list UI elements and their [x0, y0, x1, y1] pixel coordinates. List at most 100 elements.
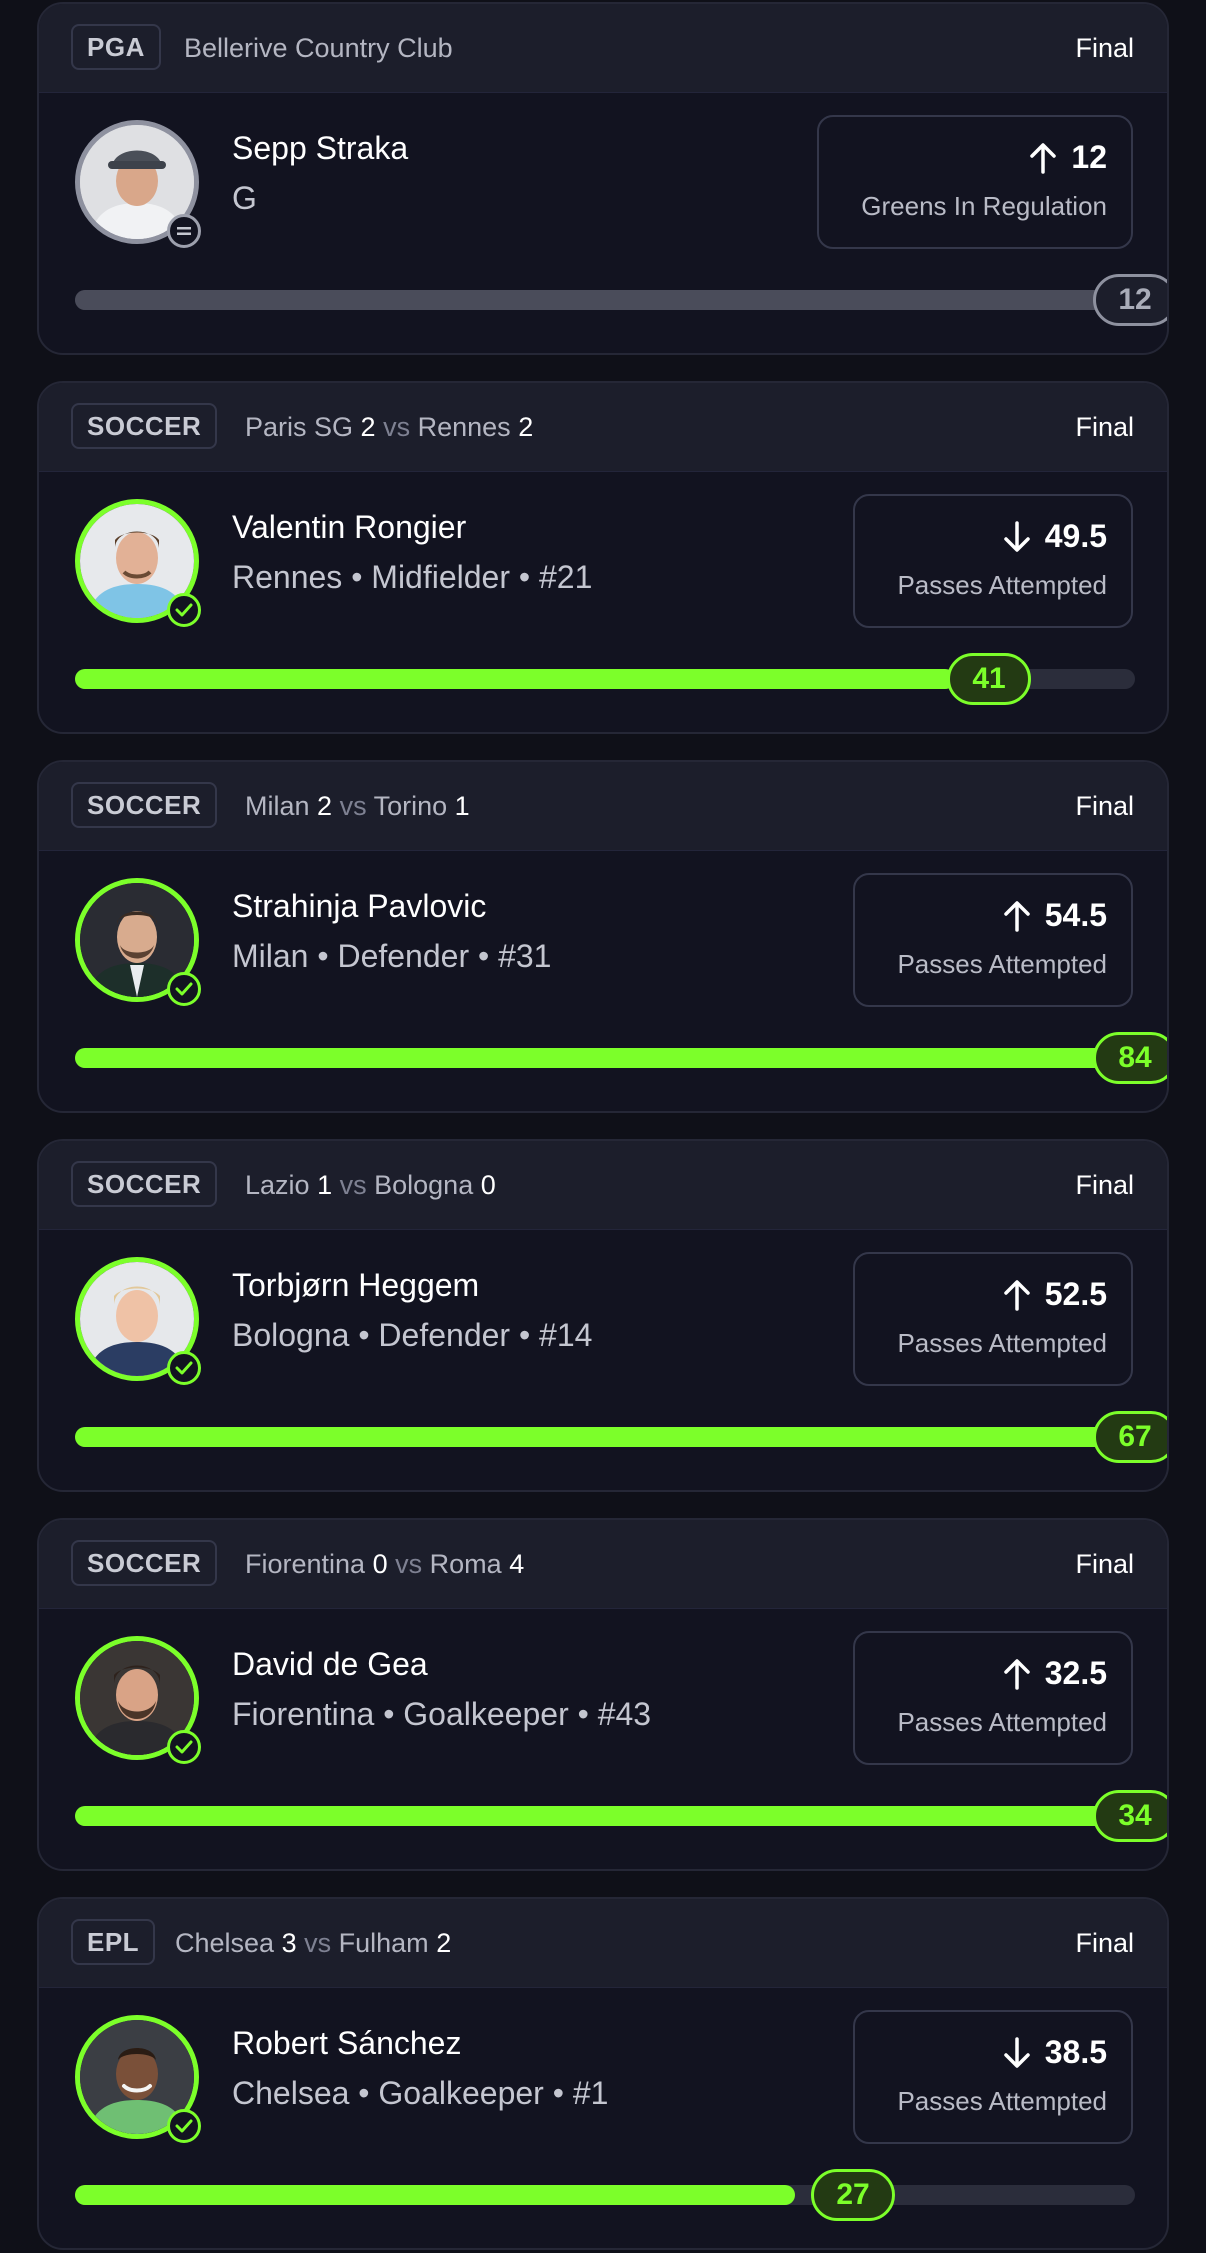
player-avatar: [75, 2015, 201, 2143]
player-meta: Milan • Defender • #31: [232, 938, 552, 974]
result-value-pill: 34: [1093, 1790, 1167, 1842]
away-score: 0: [480, 1170, 496, 1200]
check-icon: [167, 593, 201, 627]
progress-bar: 84: [75, 1032, 1167, 1084]
card-header: PGA Bellerive Country Club Final: [39, 4, 1167, 93]
pick-card[interactable]: SOCCER Lazio 1 vs Bologna 0 Final Torbjø…: [37, 1139, 1169, 1492]
pick-card[interactable]: SOCCER Fiorentina 0 vs Roma 4 Final Davi…: [37, 1518, 1169, 1871]
prop-stat-name: Passes Attempted: [897, 1328, 1107, 1358]
home-team: Chelsea: [175, 1928, 275, 1958]
arrow-down-icon: [1003, 2036, 1030, 2068]
prop-line-value: 12: [1071, 139, 1107, 175]
progress-fill: [75, 290, 1135, 310]
home-team: Lazio: [245, 1170, 310, 1200]
away-team: Roma: [429, 1549, 502, 1579]
away-team: Bologna: [374, 1170, 474, 1200]
result-value-pill: 27: [811, 2169, 895, 2221]
result-value-pill: 67: [1093, 1411, 1167, 1463]
prop-stat-name: Greens In Regulation: [861, 191, 1107, 221]
player-meta: Fiorentina • Goalkeeper • #43: [232, 1696, 652, 1732]
card-header: SOCCER Milan 2 vs Torino 1 Final: [39, 762, 1167, 851]
progress-bar: 12: [75, 274, 1167, 326]
home-team: Paris SG: [245, 412, 354, 442]
prop-stat-name: Passes Attempted: [897, 1707, 1107, 1737]
pick-card[interactable]: PGA Bellerive Country Club Final Sepp St…: [37, 2, 1169, 355]
away-team: Torino: [373, 791, 448, 821]
away-score: 4: [509, 1549, 525, 1579]
pick-card[interactable]: EPL Chelsea 3 vs Fulham 2 Final Robert S…: [37, 1897, 1169, 2250]
match-info: Chelsea 3 vs Fulham 2: [175, 1899, 451, 1987]
vs-label: vs: [383, 412, 411, 442]
progress-fill: [75, 1427, 1135, 1447]
progress-fill: [75, 1806, 1135, 1826]
progress-bar: 34: [75, 1790, 1167, 1842]
home-score: 3: [281, 1928, 297, 1958]
vs-label: vs: [339, 791, 367, 821]
progress-fill: [75, 2185, 795, 2205]
result-value-pill: 12: [1093, 274, 1167, 326]
game-status: Final: [1075, 1928, 1134, 1958]
pick-card[interactable]: SOCCER Milan 2 vs Torino 1 Final Strahin…: [37, 760, 1169, 1113]
progress-fill: [75, 669, 955, 689]
player-avatar: [75, 1636, 201, 1764]
card-header: SOCCER Lazio 1 vs Bologna 0 Final: [39, 1141, 1167, 1230]
player-avatar: [75, 499, 201, 627]
player-name: Valentin Rongier: [232, 509, 467, 545]
prop-line-value: 52.5: [1044, 1276, 1107, 1312]
progress-bar: 67: [75, 1411, 1167, 1463]
player-name: Robert Sánchez: [232, 2025, 462, 2061]
player-meta: G: [232, 180, 257, 216]
card-header: EPL Chelsea 3 vs Fulham 2 Final: [39, 1899, 1167, 1988]
equals-icon: [167, 214, 201, 248]
away-team: Fulham: [338, 1928, 429, 1958]
prop-line-box: 54.5 Passes Attempted: [853, 873, 1133, 1007]
prop-line-value: 38.5: [1044, 2034, 1107, 2070]
player-name: Sepp Straka: [232, 130, 409, 166]
venue-name: Bellerive Country Club: [184, 33, 453, 63]
away-score: 1: [454, 791, 470, 821]
prop-line-box: 49.5 Passes Attempted: [853, 494, 1133, 628]
check-icon: [167, 1351, 201, 1385]
home-team: Fiorentina: [245, 1549, 366, 1579]
prop-line-value: 54.5: [1044, 897, 1107, 933]
prop-line-box: 52.5 Passes Attempted: [853, 1252, 1133, 1386]
card-header: SOCCER Paris SG 2 vs Rennes 2 Final: [39, 383, 1167, 472]
pick-card[interactable]: SOCCER Paris SG 2 vs Rennes 2 Final Vale…: [37, 381, 1169, 734]
league-badge: SOCCER: [71, 403, 218, 449]
home-team: Milan: [245, 791, 310, 821]
prop-line-box: 38.5 Passes Attempted: [853, 2010, 1133, 2144]
game-status: Final: [1075, 33, 1134, 63]
check-icon: [167, 2109, 201, 2143]
player-avatar: [75, 878, 201, 1006]
prop-line-box: 32.5 Passes Attempted: [853, 1631, 1133, 1765]
league-badge: SOCCER: [71, 782, 218, 828]
game-status: Final: [1075, 1549, 1134, 1579]
progress-bar: 41: [75, 653, 1135, 705]
player-name: Torbjørn Heggem: [232, 1267, 480, 1303]
arrow-up-icon: [1030, 142, 1057, 174]
league-badge: PGA: [71, 24, 161, 70]
home-score: 2: [360, 412, 376, 442]
vs-label: vs: [339, 1170, 367, 1200]
result-value-pill: 41: [947, 653, 1031, 705]
arrow-down-icon: [1003, 520, 1030, 552]
player-meta: Chelsea • Goalkeeper • #1: [232, 2075, 609, 2111]
vs-label: vs: [395, 1549, 423, 1579]
prop-line-box: 12 Greens In Regulation: [817, 115, 1133, 249]
league-badge: SOCCER: [71, 1540, 218, 1586]
player-meta: Bologna • Defender • #14: [232, 1317, 593, 1353]
home-score: 2: [317, 791, 333, 821]
prop-stat-name: Passes Attempted: [897, 2086, 1107, 2116]
check-icon: [167, 972, 201, 1006]
match-info: Milan 2 vs Torino 1: [245, 762, 470, 850]
league-badge: EPL: [71, 1919, 156, 1965]
card-header: SOCCER Fiorentina 0 vs Roma 4 Final: [39, 1520, 1167, 1609]
result-value-pill: 84: [1093, 1032, 1167, 1084]
player-avatar: [75, 1257, 201, 1385]
arrow-up-icon: [1003, 1658, 1030, 1690]
prop-line-value: 32.5: [1044, 1655, 1107, 1691]
home-score: 1: [317, 1170, 333, 1200]
home-score: 0: [372, 1549, 388, 1579]
match-info: Bellerive Country Club: [184, 4, 453, 92]
away-score: 2: [436, 1928, 452, 1958]
